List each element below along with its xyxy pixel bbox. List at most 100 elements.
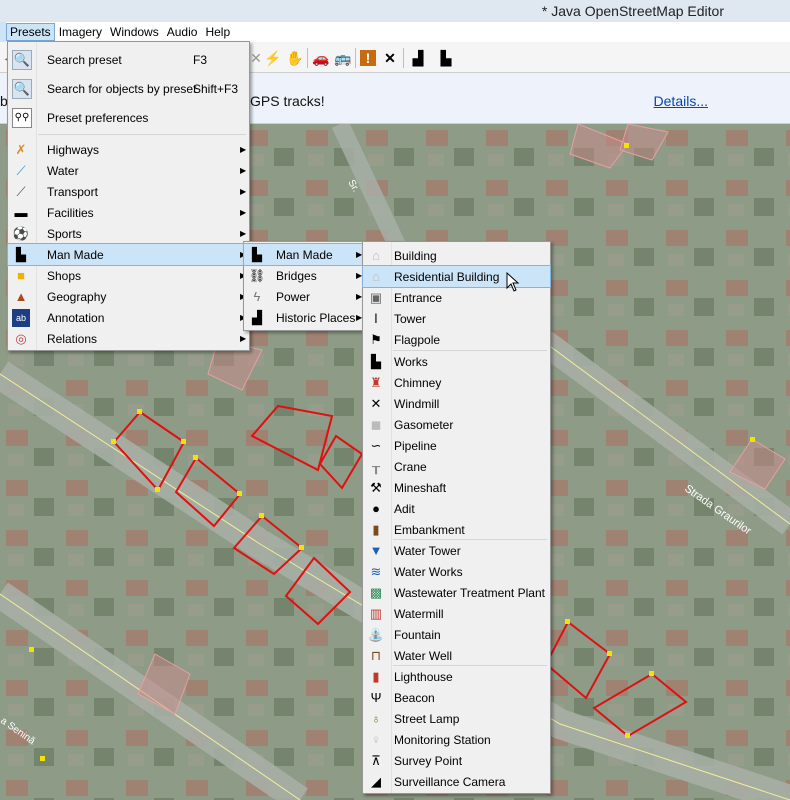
menu-item-geography[interactable]: ▲ Geography ▶ [8, 286, 249, 307]
wastewater-icon: ▩ [369, 584, 383, 600]
factory-icon[interactable]: ▙ [438, 50, 454, 66]
factory-icon: ▙ [252, 246, 262, 262]
preset-monitoring-station[interactable]: ♀ Monitoring Station [363, 729, 550, 750]
tools-icon[interactable]: ✕ [382, 50, 398, 66]
watermill-icon: ▥ [369, 605, 383, 621]
beacon-icon: Ψ [370, 690, 382, 705]
submenu-arrow-icon: ▶ [240, 166, 247, 175]
car-icon[interactable]: 🚗 [312, 50, 329, 66]
menu-separator [38, 134, 246, 135]
preset-water-well[interactable]: ⊓ Water Well [363, 645, 550, 666]
embankment-icon: ▮ [372, 521, 380, 537]
menu-item-shops[interactable]: ■ Shops ▶ [8, 265, 249, 286]
preset-water-works[interactable]: ≋ Water Works [363, 561, 550, 582]
preferences-icon: ⚲⚲ [12, 107, 32, 128]
menu-item-man-made[interactable]: ▙ Man Made ▶ [7, 243, 250, 266]
preset-street-lamp[interactable]: ♁ Street Lamp [363, 708, 550, 729]
preset-gasometer[interactable]: ◼ Gasometer [363, 414, 550, 435]
submenu-item-power[interactable]: ϟ Power ▶ [244, 286, 364, 307]
castle-icon: ▟ [252, 309, 262, 325]
menu-item-preset-preferences[interactable]: ⚲⚲ Preset preferences [8, 105, 249, 130]
menu-item-relations[interactable]: ◎ Relations ▶ [8, 328, 249, 349]
preset-residential-building[interactable]: ⌂ Residential Building [362, 265, 551, 288]
warning-icon[interactable]: ! [360, 50, 376, 66]
mouse-cursor-icon [506, 272, 520, 292]
relations-icon: ◎ [15, 330, 27, 346]
monitoring-station-icon: ♀ [371, 732, 381, 747]
entrance-icon: ▣ [369, 289, 383, 305]
menu-presets[interactable]: Presets [6, 23, 55, 41]
street-lamp-icon: ♁ [371, 711, 381, 726]
menu-item-search-objects[interactable]: 🔍 Search for objects by preset Shift+F3 [8, 76, 249, 101]
transport-icon: ⟋ [16, 183, 26, 199]
preset-crane[interactable]: ┰ Crane [363, 456, 550, 477]
menu-item-sports[interactable]: ⚽ Sports ▶ [8, 223, 249, 244]
castle-icon[interactable]: ▟ [410, 50, 426, 66]
preset-surveillance-camera[interactable]: ◢ Surveillance Camera [363, 771, 550, 792]
preset-pipeline[interactable]: ∽ Pipeline [363, 435, 550, 456]
window-title: * Java OpenStreetMap Editor [541, 3, 724, 19]
toolbar-separator [403, 48, 404, 68]
annotation-icon: ab [12, 308, 30, 327]
submenu-item-bridges[interactable]: ⛓ Bridges ▶ [244, 265, 364, 286]
submenu-arrow-icon: ▶ [240, 334, 247, 343]
tower-icon: ǀ [374, 311, 378, 326]
details-link[interactable]: Details... [654, 93, 708, 109]
preset-adit[interactable]: ● Adit [363, 498, 550, 519]
facilities-icon: ▬ [14, 205, 28, 220]
menu-audio[interactable]: Audio [163, 23, 202, 41]
submenu-arrow-icon: ▶ [240, 208, 247, 217]
preset-chimney[interactable]: ♜ Chimney [363, 372, 550, 393]
bus-icon[interactable]: 🚌 [334, 50, 351, 66]
toolbar-misc-icon[interactable]: ✕ [248, 50, 264, 66]
preset-watermill[interactable]: ▥ Watermill [363, 603, 550, 624]
preset-building[interactable]: ⌂ Building [363, 245, 550, 266]
menu-windows[interactable]: Windows [106, 23, 163, 41]
gasometer-icon: ◼ [370, 416, 382, 432]
menu-help[interactable]: Help [201, 23, 234, 41]
preset-entrance[interactable]: ▣ Entrance [363, 287, 550, 308]
preset-flagpole[interactable]: ⚑ Flagpole [363, 329, 550, 350]
menu-item-transport[interactable]: ⟋ Transport ▶ [8, 181, 249, 202]
preset-works[interactable]: ▙ Works [363, 351, 550, 372]
menu-imagery[interactable]: Imagery [55, 23, 106, 41]
preset-mineshaft[interactable]: ⚒ Mineshaft [363, 477, 550, 498]
preset-beacon[interactable]: Ψ Beacon [363, 687, 550, 708]
menu-item-annotation[interactable]: ab Annotation ▶ [8, 307, 249, 328]
preset-tower[interactable]: ǀ Tower [363, 308, 550, 329]
preset-embankment[interactable]: ▮ Embankment [363, 519, 550, 540]
title-bar: * Java OpenStreetMap Editor [0, 0, 790, 22]
survey-point-icon: ⊼ [371, 752, 381, 768]
menu-bar: Presets Imagery Windows Audio Help [0, 22, 790, 43]
water-icon: ⟋ [16, 162, 26, 178]
menu-item-facilities[interactable]: ▬ Facilities ▶ [8, 202, 249, 223]
mineshaft-icon: ⚒ [370, 479, 382, 495]
menu-item-search-preset[interactable]: 🔍 Search preset F3 [8, 47, 249, 72]
preset-survey-point[interactable]: ⊼ Survey Point [363, 750, 550, 771]
surveillance-camera-icon: ◢ [371, 773, 381, 789]
man-made-presets-menu: ⌂ Building ⌂ Residential Building ▣ Entr… [362, 241, 551, 794]
preset-water-tower[interactable]: ▼ Water Tower [363, 540, 550, 561]
hand-icon[interactable]: ✋ [286, 50, 303, 66]
preset-windmill[interactable]: ✕ Windmill [363, 393, 550, 414]
submenu-arrow-icon: ▶ [240, 145, 247, 154]
menu-item-highways[interactable]: ✗ Highways ▶ [8, 139, 249, 160]
preset-lighthouse[interactable]: ▮ Lighthouse [363, 666, 550, 687]
submenu-item-historic-places[interactable]: ▟ Historic Places ▶ [244, 307, 364, 328]
man-made-submenu: ▙ Man Made ▶ ⛓ Bridges ▶ ϟ Power ▶ ▟ His… [243, 241, 365, 331]
submenu-arrow-icon: ▶ [240, 229, 247, 238]
fountain-icon: ⛲ [367, 626, 385, 642]
lighthouse-icon: ▮ [372, 668, 380, 684]
submenu-arrow-icon: ▶ [240, 187, 247, 196]
adit-icon: ● [372, 501, 380, 516]
works-icon: ▙ [371, 353, 381, 369]
pipeline-icon: ∽ [370, 437, 382, 453]
shops-icon: ■ [17, 268, 25, 283]
building-icon: ⌂ [372, 248, 380, 263]
preset-fountain[interactable]: ⛲ Fountain [363, 624, 550, 645]
preset-wastewater-treatment-plant[interactable]: ▩ Wastewater Treatment Plant [363, 582, 550, 603]
pedestrian-icon[interactable]: ⚡ [264, 50, 281, 66]
chimney-icon: ♜ [370, 374, 382, 390]
menu-item-water[interactable]: ⟋ Water ▶ [8, 160, 249, 181]
submenu-item-man-made[interactable]: ▙ Man Made ▶ [243, 243, 365, 266]
